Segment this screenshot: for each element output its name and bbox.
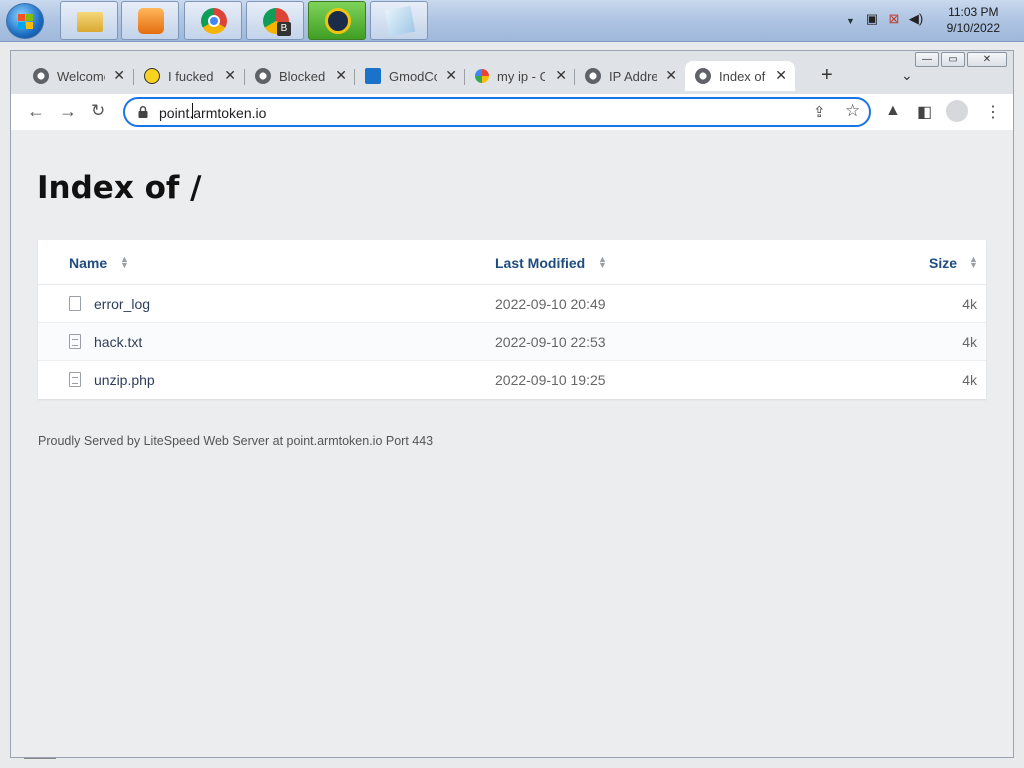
reload-icon[interactable]: ↻ bbox=[91, 101, 105, 121]
file-name-link[interactable]: unzip.php bbox=[94, 372, 155, 388]
taskbar-explorer[interactable] bbox=[60, 1, 118, 40]
tab-welcome[interactable]: Welcome ✕ bbox=[23, 61, 133, 91]
side-panel-icon[interactable]: ◧ bbox=[917, 102, 932, 122]
file-size: 4k bbox=[962, 296, 977, 312]
menu-icon[interactable]: ⋮ bbox=[985, 102, 1001, 122]
extensions-icon[interactable]: ▲ bbox=[885, 102, 901, 120]
table-row[interactable]: error_log 2022-09-10 20:49 4k bbox=[38, 285, 986, 323]
globe-icon bbox=[585, 68, 601, 84]
show-hidden-icons-icon[interactable]: ▼ bbox=[846, 16, 855, 26]
smiley-icon bbox=[144, 68, 160, 84]
windows-logo-icon bbox=[18, 14, 34, 30]
taskbar: B ▼ ▣ ⊠ ◀) 11:03 PM 9/10/2022 bbox=[0, 0, 1024, 42]
tab-gmodco[interactable]: GmodCo ✕ bbox=[355, 61, 465, 91]
volume-icon[interactable]: ◀) bbox=[908, 11, 924, 27]
tab-ip-address[interactable]: IP Addre ✕ bbox=[575, 61, 685, 91]
network-icon[interactable]: ▣ bbox=[864, 11, 880, 27]
tab-my-ip[interactable]: my ip - G ✕ bbox=[465, 61, 575, 91]
tab-index-of[interactable]: Index of ✕ bbox=[685, 61, 795, 91]
tab-label: Welcome bbox=[57, 68, 105, 84]
file-modified: 2022-09-10 20:49 bbox=[495, 296, 606, 312]
page-content: Index of / Name ▲ ▼ Last Modified ▲ ▼ Size… bbox=[11, 130, 1013, 757]
table-header: Name ▲ ▼ Last Modified ▲ ▼ Size ▲ ▼ bbox=[38, 240, 986, 285]
taskbar-media-player[interactable] bbox=[121, 1, 179, 40]
tab-label: Index of bbox=[719, 68, 766, 84]
tab-label: I fucked bbox=[168, 68, 214, 84]
close-tab-icon[interactable]: ✕ bbox=[775, 67, 787, 84]
taskbar-chrome-profile[interactable]: B bbox=[246, 1, 304, 40]
go-icon bbox=[365, 68, 381, 84]
vpn-icon bbox=[325, 8, 351, 34]
page-title: Index of / bbox=[37, 170, 202, 206]
table-row[interactable]: hack.txt 2022-09-10 22:53 4k bbox=[38, 323, 986, 361]
chrome-icon bbox=[201, 8, 227, 34]
close-tab-icon[interactable]: ✕ bbox=[224, 67, 236, 84]
sort-icon[interactable]: ▲ ▼ bbox=[120, 255, 129, 270]
size-column-header[interactable]: Size bbox=[929, 255, 957, 271]
address-bar[interactable]: point.armtoken.io ⇪ ☆ bbox=[123, 97, 871, 127]
tab-i-fucked[interactable]: I fucked ✕ bbox=[134, 61, 244, 91]
system-tray: ▼ ▣ ⊠ ◀) 11:03 PM 9/10/2022 bbox=[834, 0, 1024, 42]
share-icon[interactable]: ⇪ bbox=[813, 103, 826, 121]
close-tab-icon[interactable]: ✕ bbox=[335, 67, 347, 84]
sort-icon[interactable]: ▲ ▼ bbox=[598, 255, 607, 270]
url-text[interactable]: point.armtoken.io bbox=[159, 105, 266, 121]
network-error-icon[interactable]: ⊠ bbox=[886, 11, 902, 27]
taskbar-chrome[interactable] bbox=[184, 1, 242, 40]
globe-icon bbox=[695, 68, 711, 84]
clock-time: 11:03 PM bbox=[948, 5, 999, 19]
window-edge bbox=[24, 758, 56, 764]
file-size: 4k bbox=[962, 334, 977, 350]
notepad-icon bbox=[384, 5, 416, 37]
taskbar-notepad[interactable] bbox=[370, 1, 428, 40]
file-name-link[interactable]: hack.txt bbox=[94, 334, 142, 350]
tab-strip: Welcome ✕ I fucked ✕ Blocked ✕ GmodCo ✕ … bbox=[23, 61, 1003, 91]
file-modified: 2022-09-10 22:53 bbox=[495, 334, 606, 350]
bookmark-star-icon[interactable]: ☆ bbox=[845, 101, 860, 121]
close-tab-icon[interactable]: ✕ bbox=[665, 67, 677, 84]
clock-date: 9/10/2022 bbox=[946, 21, 1000, 35]
taskbar-vpn[interactable] bbox=[308, 1, 366, 40]
profile-badge: B bbox=[277, 22, 291, 36]
google-icon bbox=[475, 69, 489, 83]
close-tab-icon[interactable]: ✕ bbox=[555, 67, 567, 84]
file-modified: 2022-09-10 19:25 bbox=[495, 372, 606, 388]
explorer-icon bbox=[77, 12, 103, 32]
globe-icon bbox=[33, 68, 49, 84]
tab-blocked[interactable]: Blocked ✕ bbox=[245, 61, 355, 91]
file-icon bbox=[69, 296, 81, 311]
browser-toolbar: ← → ↻ point.armtoken.io ⇪ ☆ ▲ ◧ ⋮ bbox=[11, 94, 1013, 130]
file-size: 4k bbox=[962, 372, 977, 388]
back-icon[interactable]: ← bbox=[27, 101, 45, 122]
forward-icon[interactable]: → bbox=[59, 101, 77, 122]
name-column-header[interactable]: Name bbox=[69, 255, 107, 271]
globe-icon bbox=[255, 68, 271, 84]
sort-icon[interactable]: ▲ ▼ bbox=[969, 255, 978, 270]
lock-icon[interactable] bbox=[138, 106, 148, 118]
text-cursor-icon bbox=[192, 103, 194, 119]
tab-label: my ip - G bbox=[497, 68, 545, 84]
table-row[interactable]: unzip.php 2022-09-10 19:25 4k bbox=[38, 361, 986, 399]
chrome-profile-icon: B bbox=[263, 8, 291, 36]
new-tab-button[interactable]: + bbox=[821, 64, 833, 87]
text-file-icon bbox=[69, 372, 81, 387]
profile-avatar-icon[interactable] bbox=[946, 100, 968, 122]
file-name-link[interactable]: error_log bbox=[94, 296, 150, 312]
server-footer: Proudly Served by LiteSpeed Web Server a… bbox=[38, 434, 434, 448]
start-button[interactable] bbox=[6, 3, 44, 39]
close-tab-icon[interactable]: ✕ bbox=[445, 67, 457, 84]
tab-label: Blocked bbox=[279, 68, 326, 84]
browser-window: — ▭ ✕ Welcome ✕ I fucked ✕ Blocked ✕ Gmo… bbox=[10, 50, 1014, 758]
close-tab-icon[interactable]: ✕ bbox=[113, 67, 125, 84]
tab-label: IP Addre bbox=[609, 68, 657, 84]
last-modified-column-header[interactable]: Last Modified bbox=[495, 255, 585, 271]
file-listing-table: Name ▲ ▼ Last Modified ▲ ▼ Size ▲ ▼ error_l… bbox=[38, 240, 986, 399]
chevron-down-icon[interactable]: ⌄ bbox=[901, 67, 913, 84]
text-file-icon bbox=[69, 334, 81, 349]
clock[interactable]: 11:03 PM 9/10/2022 bbox=[947, 4, 1000, 36]
media-player-icon bbox=[138, 8, 164, 34]
tab-label: GmodCo bbox=[389, 68, 437, 84]
